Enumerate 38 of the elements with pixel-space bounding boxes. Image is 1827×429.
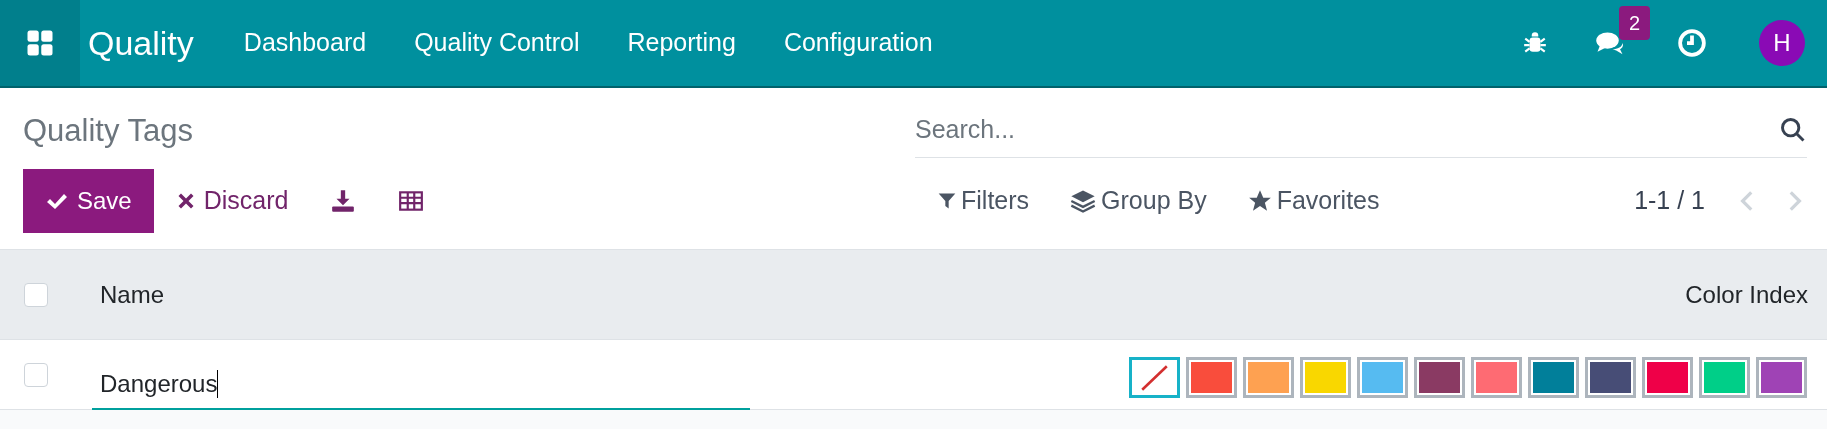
filters-button[interactable]: Filters	[937, 182, 1030, 220]
apps-menu-icon[interactable]	[0, 0, 80, 86]
color-swatch[interactable]	[1585, 357, 1636, 398]
select-all-checkbox[interactable]	[24, 282, 48, 307]
clock-icon[interactable]	[1677, 28, 1707, 58]
favorites-button[interactable]: Favorites	[1246, 182, 1380, 220]
pager-value: 1-1 / 1	[1634, 185, 1705, 217]
table-icon[interactable]	[398, 188, 425, 214]
menu-item[interactable]: Reporting	[603, 24, 760, 62]
color-swatch[interactable]	[1471, 357, 1522, 398]
color-swatch[interactable]	[1186, 357, 1237, 398]
app-name[interactable]: Quality	[88, 17, 194, 69]
group-by-button[interactable]: Group By	[1069, 182, 1207, 220]
download-icon[interactable]	[330, 188, 357, 214]
color-swatch[interactable]	[1642, 357, 1693, 398]
color-swatch[interactable]	[1357, 357, 1408, 398]
no-color-swatch[interactable]	[1129, 357, 1180, 398]
message-count-badge: 2	[1619, 6, 1651, 40]
menu-item[interactable]: Configuration	[759, 24, 957, 62]
search-field[interactable]: Search...	[915, 102, 1807, 158]
page-title: Quality Tags	[23, 112, 194, 148]
color-swatch[interactable]	[1243, 357, 1294, 398]
color-swatch[interactable]	[1756, 357, 1807, 398]
row-checkbox[interactable]	[24, 362, 48, 387]
search-icon[interactable]	[1779, 115, 1807, 144]
name-value: Dangerous	[100, 368, 218, 399]
search-input[interactable]: Search...	[915, 110, 1779, 149]
save-button[interactable]: Save	[23, 169, 154, 233]
discard-button[interactable]: Discard	[175, 182, 289, 220]
menu-item[interactable]: Dashboard	[219, 24, 391, 62]
menu-item[interactable]: Quality Control	[390, 24, 604, 62]
column-header[interactable]: Color Index	[1685, 276, 1808, 313]
column-header[interactable]: Name	[100, 276, 165, 313]
color-swatch[interactable]	[1699, 357, 1750, 398]
user-avatar[interactable]: H	[1759, 20, 1805, 66]
color-swatch[interactable]	[1414, 357, 1465, 398]
color-swatch[interactable]	[1300, 357, 1351, 398]
color-swatch[interactable]	[1528, 357, 1579, 398]
